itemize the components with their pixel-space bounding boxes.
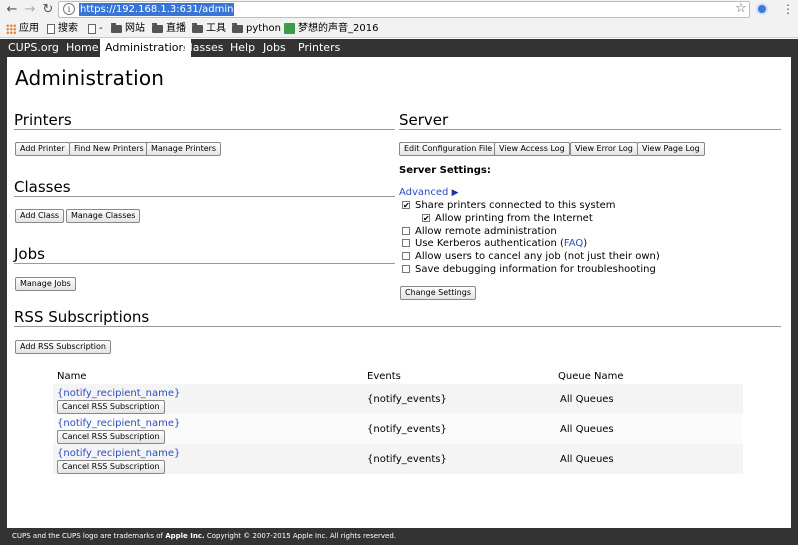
tab-jobs[interactable]: Jobs (263, 39, 286, 57)
cancel-rss-subscription-button[interactable]: Cancel RSS Subscription (57, 400, 165, 414)
subscription-events: {notify_events} (367, 394, 447, 405)
address-url[interactable]: https://192.168.1.3:631/admin (79, 3, 235, 16)
change-settings-button[interactable]: Change Settings (400, 286, 476, 300)
footer: CUPS and the CUPS logo are trademarks of… (0, 528, 798, 545)
bookmark-websites[interactable]: 网站 (111, 20, 145, 37)
apple-brand: Apple Inc. (165, 532, 205, 540)
edit-configuration-file-button[interactable]: Edit Configuration File (399, 142, 498, 156)
printers-heading: Printers (14, 111, 395, 130)
view-page-log-button[interactable]: View Page Log (637, 142, 705, 156)
jobs-heading: Jobs (14, 245, 395, 264)
cancel-rss-subscription-button[interactable]: Cancel RSS Subscription (57, 460, 165, 474)
bookmark-tools[interactable]: 工具 (192, 20, 226, 37)
manage-jobs-button[interactable]: Manage Jobs (15, 277, 76, 291)
browser-chrome: ← → ↻ i https://192.168.1.3:631/admin ☆ … (0, 0, 798, 38)
kerberos-label: Use Kerberos authentication (FAQ) (415, 238, 588, 249)
server-heading: Server (399, 111, 781, 130)
tab-help[interactable]: Help (230, 39, 255, 57)
bookmark-python[interactable]: python (232, 20, 281, 37)
debug-logging-checkbox[interactable] (402, 265, 410, 273)
classes-heading: Classes (14, 178, 395, 197)
folder-icon (192, 22, 203, 33)
page-icon (88, 23, 96, 34)
green-tile-icon (284, 23, 295, 34)
apps-grid-icon (6, 23, 16, 34)
manage-printers-button[interactable]: Manage Printers (146, 142, 222, 156)
bookmark-star-icon[interactable]: ☆ (735, 2, 747, 16)
cups-nav-bar: CUPS.org Home Administration Classes Hel… (0, 39, 798, 57)
cancel-any-job-checkbox[interactable] (402, 252, 410, 260)
add-printer-button[interactable]: Add Printer (15, 142, 70, 156)
back-arrow-icon[interactable]: ← (4, 2, 20, 18)
bookmark-search[interactable]: 搜索 (47, 20, 78, 37)
add-rss-subscription-button[interactable]: Add RSS Subscription (15, 340, 111, 354)
share-printers-checkbox[interactable]: ✔ (402, 201, 410, 210)
subscription-name-link[interactable]: {notify_recipient_name} (57, 388, 180, 400)
server-settings-label: Server Settings: (399, 165, 491, 176)
tab-classes[interactable]: Classes (182, 39, 223, 57)
find-new-printers-button[interactable]: Find New Printers (69, 142, 149, 156)
cancel-any-job-label: Allow users to cancel any job (not just … (415, 251, 660, 262)
debug-logging-label: Save debugging information for troublesh… (415, 264, 656, 275)
browser-menu-icon[interactable]: ⋮ (782, 2, 794, 16)
subscription-queue: All Queues (560, 424, 614, 435)
site-info-icon[interactable]: i (63, 3, 75, 15)
subscription-name-link[interactable]: {notify_recipient_name} (57, 448, 180, 460)
faq-link[interactable]: FAQ (564, 238, 583, 249)
page-icon (47, 23, 55, 34)
tab-home[interactable]: Home (66, 39, 98, 57)
bookmark-apps[interactable]: 应用 (6, 20, 39, 37)
subscription-queue: All Queues (560, 454, 614, 465)
subscription-events: {notify_events} (367, 424, 447, 435)
folder-icon (111, 22, 122, 33)
bookmark-dash[interactable]: - (88, 20, 103, 37)
expand-triangle-icon: ▶ (451, 188, 459, 198)
subscription-name-link[interactable]: {notify_recipient_name} (57, 418, 180, 430)
tab-printers[interactable]: Printers (298, 39, 340, 57)
column-name-header: Name (57, 371, 87, 382)
forward-arrow-icon[interactable]: → (22, 2, 38, 18)
folder-icon (232, 22, 243, 33)
page-title: Administration (15, 66, 165, 90)
column-events-header: Events (367, 371, 401, 382)
subscription-queue: All Queues (560, 394, 614, 405)
subscription-events: {notify_events} (367, 454, 447, 465)
share-printers-label: Share printers connected to this system (415, 200, 616, 211)
folder-icon (152, 22, 163, 33)
address-bar[interactable]: i https://192.168.1.3:631/admin (58, 1, 750, 18)
reload-icon[interactable]: ↻ (40, 2, 56, 18)
bookmark-live[interactable]: 直播 (152, 20, 186, 37)
advanced-link[interactable]: Advanced ▶ (399, 187, 459, 199)
tab-cups-org[interactable]: CUPS.org (8, 39, 59, 57)
bookmark-dream-voice[interactable]: 梦想的声音_2016 (284, 20, 378, 37)
tab-administration[interactable]: Administration (100, 39, 191, 57)
add-class-button[interactable]: Add Class (15, 209, 65, 223)
kerberos-checkbox[interactable] (402, 239, 410, 247)
allow-internet-printing-checkbox[interactable]: ✔ (422, 214, 430, 223)
remote-admin-label: Allow remote administration (415, 226, 557, 237)
extension-icon[interactable] (756, 3, 768, 15)
column-queue-header: Queue Name (558, 371, 624, 382)
manage-classes-button[interactable]: Manage Classes (66, 209, 141, 223)
allow-internet-printing-label: Allow printing from the Internet (435, 213, 593, 224)
view-access-log-button[interactable]: View Access Log (494, 142, 570, 156)
rss-heading: RSS Subscriptions (14, 308, 781, 327)
view-error-log-button[interactable]: View Error Log (570, 142, 638, 156)
remote-admin-checkbox[interactable] (402, 227, 410, 235)
bookmarks-bar: 应用 搜索 - 网站 直播 工具 python 梦想的声音_2016 (0, 20, 798, 37)
cancel-rss-subscription-button[interactable]: Cancel RSS Subscription (57, 430, 165, 444)
